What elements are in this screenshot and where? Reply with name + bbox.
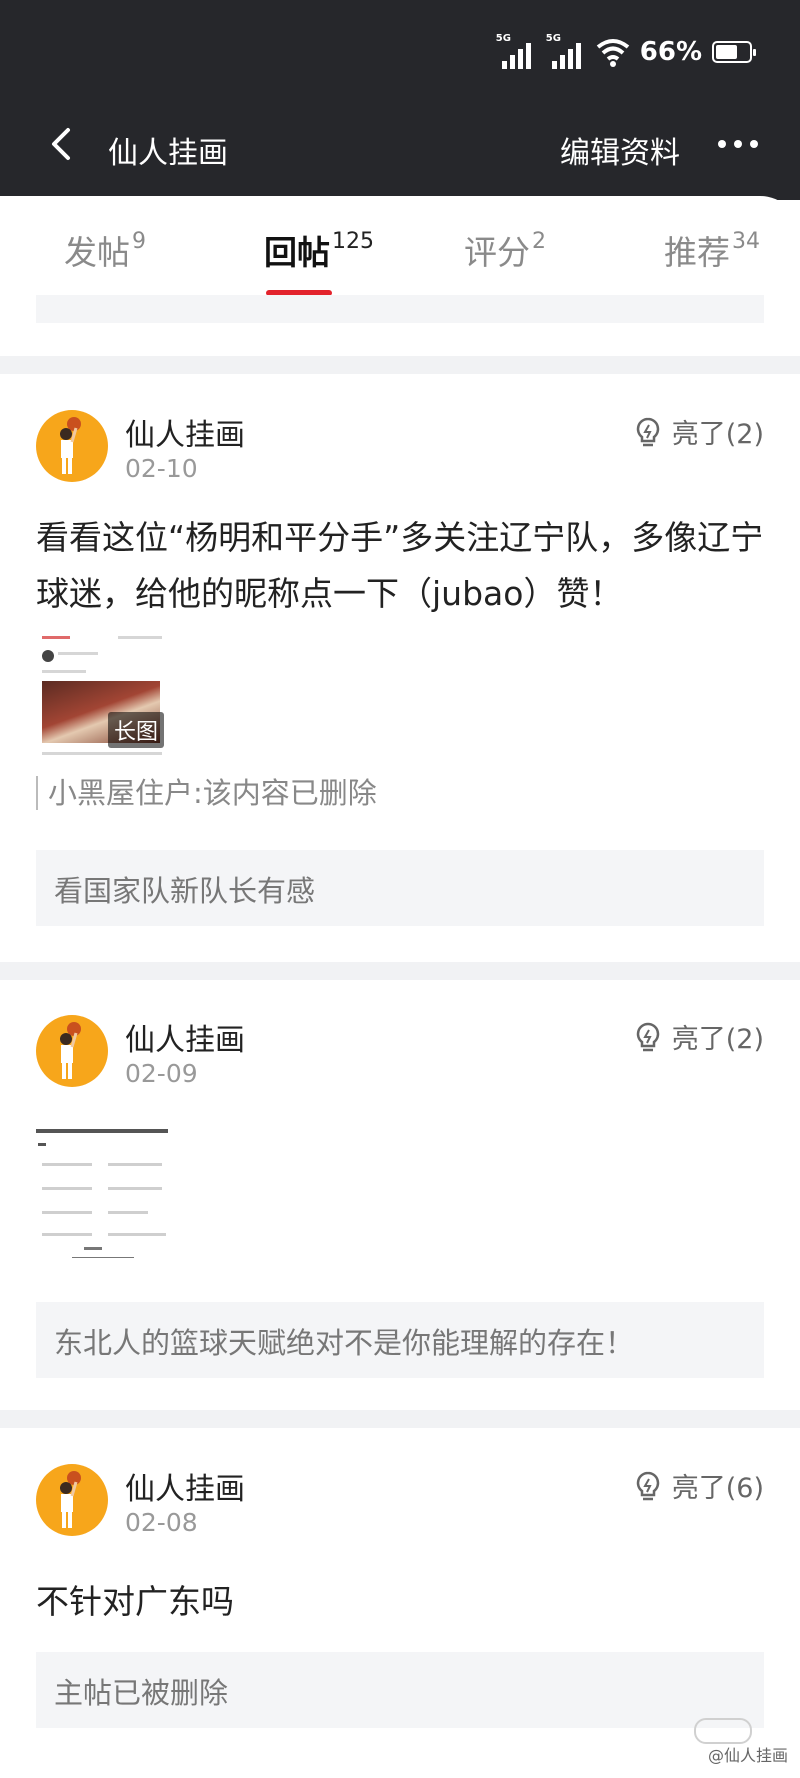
post-text: 看看这位“杨明和平分手”多关注辽宁队，多像辽宁球迷，给他的昵称点一下（jubao… <box>36 518 764 613</box>
post-text: 不针对广东吗 <box>36 1582 234 1621</box>
section-divider <box>0 356 800 374</box>
tab-ratings[interactable]: 评分2 <box>464 226 546 274</box>
top-header: 5G 5G 66% 仙人挂画 编辑资料 <box>0 0 800 200</box>
like-button[interactable]: 亮了(2) <box>632 1017 764 1056</box>
like-button[interactable]: 亮了(2) <box>632 412 764 451</box>
post-image-thumbnail[interactable] <box>36 1129 168 1263</box>
battery-icon <box>712 41 756 63</box>
post-image-thumbnail[interactable]: 长图 <box>36 628 168 762</box>
lightbulb-icon <box>636 1022 659 1051</box>
post-author[interactable]: 仙人挂画 <box>125 1015 245 1059</box>
hupu-logo-watermark <box>694 1718 752 1744</box>
avatar[interactable] <box>36 410 108 482</box>
tab-recommend[interactable]: 推荐34 <box>664 226 760 274</box>
original-post-reference[interactable]: 东北人的篮球天赋绝对不是你能理解的存在！ <box>36 1302 764 1378</box>
more-menu-icon[interactable] <box>718 140 758 148</box>
back-arrow-icon[interactable] <box>42 124 82 164</box>
avatar[interactable] <box>36 1464 108 1536</box>
original-post-reference[interactable]: 主帖已被删除 <box>36 1652 764 1728</box>
avatar[interactable] <box>36 1015 108 1087</box>
signal-icon-1: 5G <box>496 33 536 69</box>
lightbulb-icon <box>636 1471 659 1500</box>
battery-percentage: 66% <box>639 37 702 67</box>
quoted-reply: 小黑屋住户:该内容已删除 <box>36 776 377 810</box>
post-date: 02-09 <box>125 1059 198 1088</box>
section-divider <box>0 962 800 980</box>
signal-icon-2: 5G <box>546 33 586 69</box>
lightbulb-icon <box>636 417 659 446</box>
post-date: 02-08 <box>125 1508 198 1537</box>
tab-replies[interactable]: 回帖125 <box>264 226 374 274</box>
like-button[interactable]: 亮了(6) <box>632 1466 764 1505</box>
edit-profile-button[interactable]: 编辑资料 <box>560 128 680 172</box>
page-title: 仙人挂画 <box>108 136 228 171</box>
wifi-icon <box>596 39 630 67</box>
like-count: 亮了(2) <box>671 1024 764 1055</box>
tab-posts[interactable]: 发帖9 <box>64 226 146 274</box>
post-author[interactable]: 仙人挂画 <box>125 410 245 454</box>
post-author[interactable]: 仙人挂画 <box>125 1464 245 1508</box>
like-count: 亮了(6) <box>671 1473 764 1504</box>
previous-reference-box[interactable] <box>36 295 764 323</box>
like-count: 亮了(2) <box>671 419 764 450</box>
watermark: @仙人挂画 <box>707 1746 788 1765</box>
tab-bar: 发帖9 回帖125 评分2 推荐34 <box>0 196 800 296</box>
long-image-tag: 长图 <box>107 712 164 748</box>
status-bar: 5G 5G 66% <box>496 32 756 72</box>
section-divider <box>0 1410 800 1428</box>
original-post-reference[interactable]: 看国家队新队长有感 <box>36 850 764 926</box>
post-date: 02-10 <box>125 454 198 483</box>
